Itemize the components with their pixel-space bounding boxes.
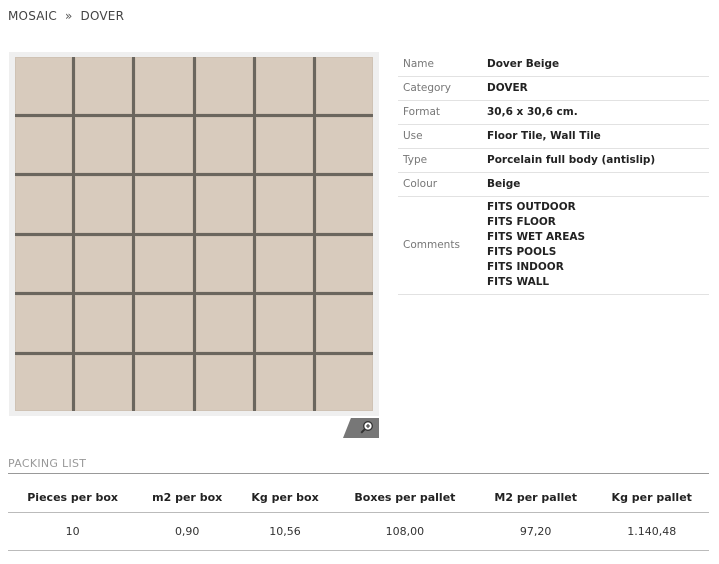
mosaic-tile (255, 176, 313, 233)
table-header-row: Pieces per box m2 per box Kg per box Box… (8, 484, 709, 513)
column-header: Kg per box (237, 484, 333, 513)
column-header: Kg per pallet (594, 484, 709, 513)
spec-label: Format (398, 100, 487, 125)
product-spec-table: Name Dover Beige Category DOVER Format 3… (398, 52, 709, 295)
mosaic-tile (255, 235, 313, 292)
spec-value-category: DOVER (487, 76, 709, 101)
table-cell: 10,56 (237, 512, 333, 551)
mosaic-tile (15, 235, 73, 292)
spec-row-type: Type Porcelain full body (antislip) (398, 148, 709, 173)
spec-label: Name (398, 52, 487, 77)
divider (8, 473, 709, 474)
mosaic-tile (15, 57, 73, 114)
spec-value-name: Dover Beige (487, 52, 709, 77)
column-header: m2 per box (137, 484, 238, 513)
mosaic-tile (135, 116, 193, 173)
mosaic-tile (315, 295, 373, 352)
breadcrumb-current: DOVER (80, 9, 125, 23)
spec-value-colour: Beige (487, 172, 709, 197)
mosaic-tile (135, 57, 193, 114)
mosaic-tile-grid (15, 57, 373, 411)
mosaic-tile (195, 354, 253, 411)
zoom-button[interactable] (343, 418, 379, 438)
spec-value-format: 30,6 x 30,6 cm. (487, 100, 709, 125)
comment-line: FITS OUTDOOR (487, 201, 576, 213)
mosaic-tile (315, 176, 373, 233)
mosaic-tile (135, 235, 193, 292)
mosaic-tile (75, 295, 133, 352)
column-header: M2 per pallet (476, 484, 595, 513)
spec-value-comments: FITS OUTDOOR FITS FLOOR FITS WET AREAS F… (487, 196, 709, 295)
spec-row-category: Category DOVER (398, 76, 709, 101)
mosaic-tile (195, 235, 253, 292)
comment-line: FITS FLOOR (487, 216, 556, 228)
mosaic-tile (195, 176, 253, 233)
mosaic-tile (75, 176, 133, 233)
table-cell: 97,20 (476, 512, 595, 551)
mosaic-tile (315, 354, 373, 411)
packing-list-title: PACKING LIST (8, 457, 87, 470)
breadcrumb: MOSAIC » DOVER (8, 9, 124, 23)
column-header: Boxes per pallet (332, 484, 477, 513)
spec-value-use: Floor Tile, Wall Tile (487, 124, 709, 149)
packing-list-table: Pieces per box m2 per box Kg per box Box… (8, 484, 709, 551)
mosaic-tile (135, 176, 193, 233)
mosaic-tile (315, 57, 373, 114)
comment-line: FITS WALL (487, 276, 550, 288)
mosaic-tile (195, 57, 253, 114)
mosaic-tile (255, 295, 313, 352)
comment-line: FITS POOLS (487, 246, 557, 258)
table-row: 10 0,90 10,56 108,00 97,20 1.140,48 (8, 512, 709, 551)
spec-row-use: Use Floor Tile, Wall Tile (398, 124, 709, 149)
spec-row-format: Format 30,6 x 30,6 cm. (398, 100, 709, 125)
mosaic-tile (75, 116, 133, 173)
mosaic-tile (135, 354, 193, 411)
mosaic-tile (75, 354, 133, 411)
comment-line: FITS WET AREAS (487, 231, 586, 243)
mosaic-tile (75, 57, 133, 114)
table-cell: 1.140,48 (594, 512, 709, 551)
table-cell: 108,00 (332, 512, 477, 551)
mosaic-tile (315, 235, 373, 292)
spec-label: Use (398, 124, 487, 149)
comment-line: FITS INDOOR (487, 261, 564, 273)
spec-label: Colour (398, 172, 487, 197)
mosaic-tile (255, 116, 313, 173)
mosaic-tile (135, 295, 193, 352)
table-cell: 10 (8, 512, 138, 551)
mosaic-tile (315, 116, 373, 173)
product-image[interactable] (9, 52, 379, 416)
spec-label: Category (398, 76, 487, 101)
mosaic-tile (195, 295, 253, 352)
table-cell: 0,90 (137, 512, 238, 551)
spec-row-comments: Comments FITS OUTDOOR FITS FLOOR FITS WE… (398, 196, 709, 295)
spec-row-colour: Colour Beige (398, 172, 709, 197)
mosaic-tile (15, 176, 73, 233)
mosaic-tile (15, 295, 73, 352)
mosaic-tile (75, 235, 133, 292)
spec-label: Type (398, 148, 487, 173)
spec-label: Comments (398, 196, 487, 295)
mosaic-tile (255, 57, 313, 114)
spec-value-type: Porcelain full body (antislip) (487, 148, 709, 173)
breadcrumb-separator: » (64, 9, 73, 23)
breadcrumb-link-mosaic[interactable]: MOSAIC (8, 9, 57, 23)
magnifier-plus-icon (360, 421, 373, 434)
mosaic-tile (255, 354, 313, 411)
column-header: Pieces per box (8, 484, 138, 513)
mosaic-tile (15, 116, 73, 173)
spec-row-name: Name Dover Beige (398, 52, 709, 77)
mosaic-tile (195, 116, 253, 173)
mosaic-tile (15, 354, 73, 411)
